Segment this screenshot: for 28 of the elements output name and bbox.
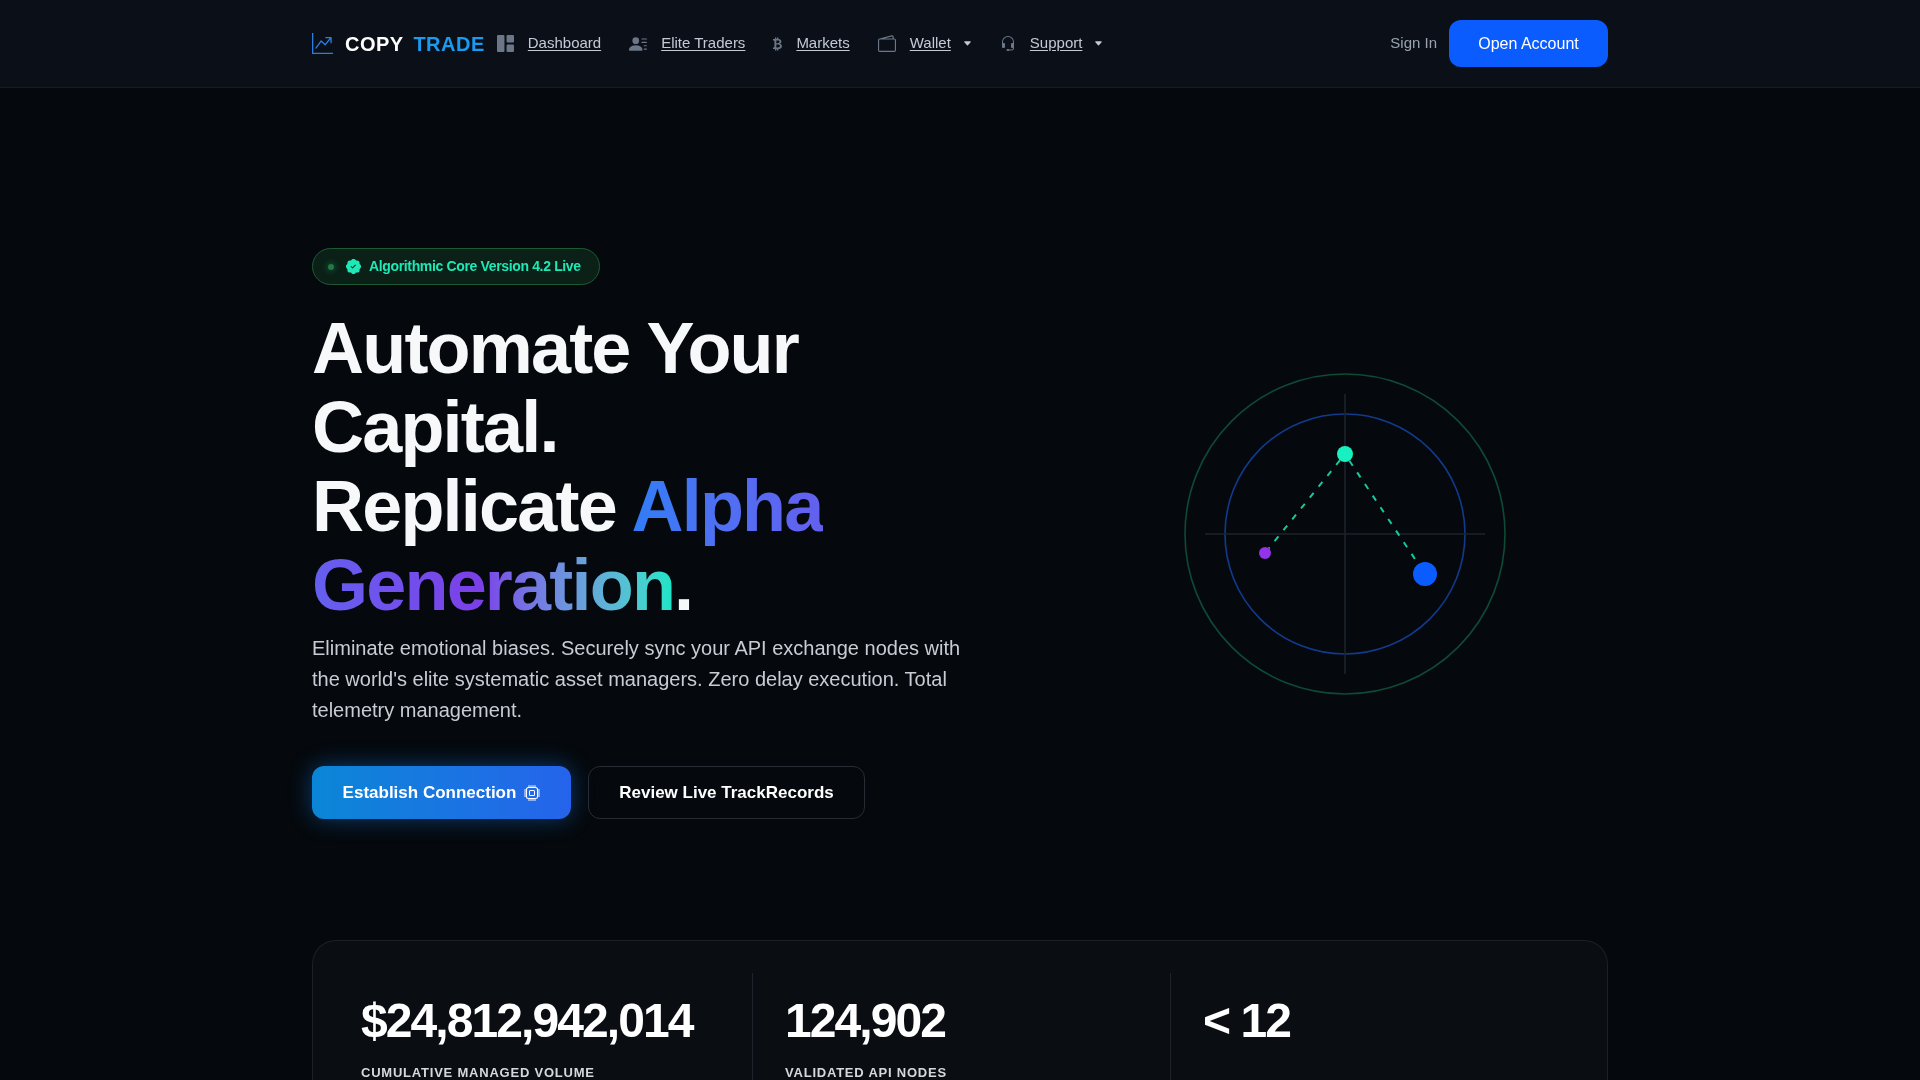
- nav-link[interactable]: Support: [999, 32, 1104, 55]
- person-list-icon: [629, 34, 648, 53]
- sign-in-link[interactable]: Sign In: [1390, 32, 1437, 55]
- verified-icon: [346, 259, 361, 274]
- brand-logo[interactable]: COPY TRADE: [312, 28, 485, 59]
- stat-value: < 12: [1203, 997, 1291, 1045]
- primary-action-button[interactable]: Establish Connection: [312, 766, 571, 819]
- nav-link[interactable]: Dashboard: [496, 32, 602, 55]
- grid-icon: [496, 35, 514, 52]
- open-account-button[interactable]: Open Account: [1449, 20, 1608, 67]
- stat-value: $24,812,942,014: [361, 997, 693, 1045]
- headset-icon: [999, 35, 1016, 52]
- nav-link[interactable]: Wallet: [877, 32, 972, 55]
- node-dot: [1413, 561, 1437, 586]
- release-status-text: Algorithmic Core Version 4.2 Live: [369, 257, 581, 276]
- nav-link[interactable]: Markets: [773, 32, 850, 55]
- bitcoin-icon: [773, 35, 783, 52]
- node-dot: [1259, 546, 1271, 559]
- hero-description: Eliminate emotional biases. Securely sync your API exchange nodes with the world's elite systematic asset managers. Zero delay execution. Total telemetry management.: [312, 636, 962, 723]
- logo-icon: [312, 33, 333, 54]
- wallet-icon: [877, 34, 896, 53]
- stat-label: CUMULATIVE MANAGED VOLUME: [361, 1065, 596, 1080]
- secondary-action-button[interactable]: Review Live TrackRecords: [588, 766, 865, 819]
- node-dot: [1337, 445, 1353, 462]
- nav-link[interactable]: Elite Traders: [629, 32, 746, 55]
- stat-value: 124,902: [785, 997, 946, 1045]
- cpu-icon: [524, 784, 541, 801]
- stat-label: VALIDATED API NODES: [785, 1065, 948, 1080]
